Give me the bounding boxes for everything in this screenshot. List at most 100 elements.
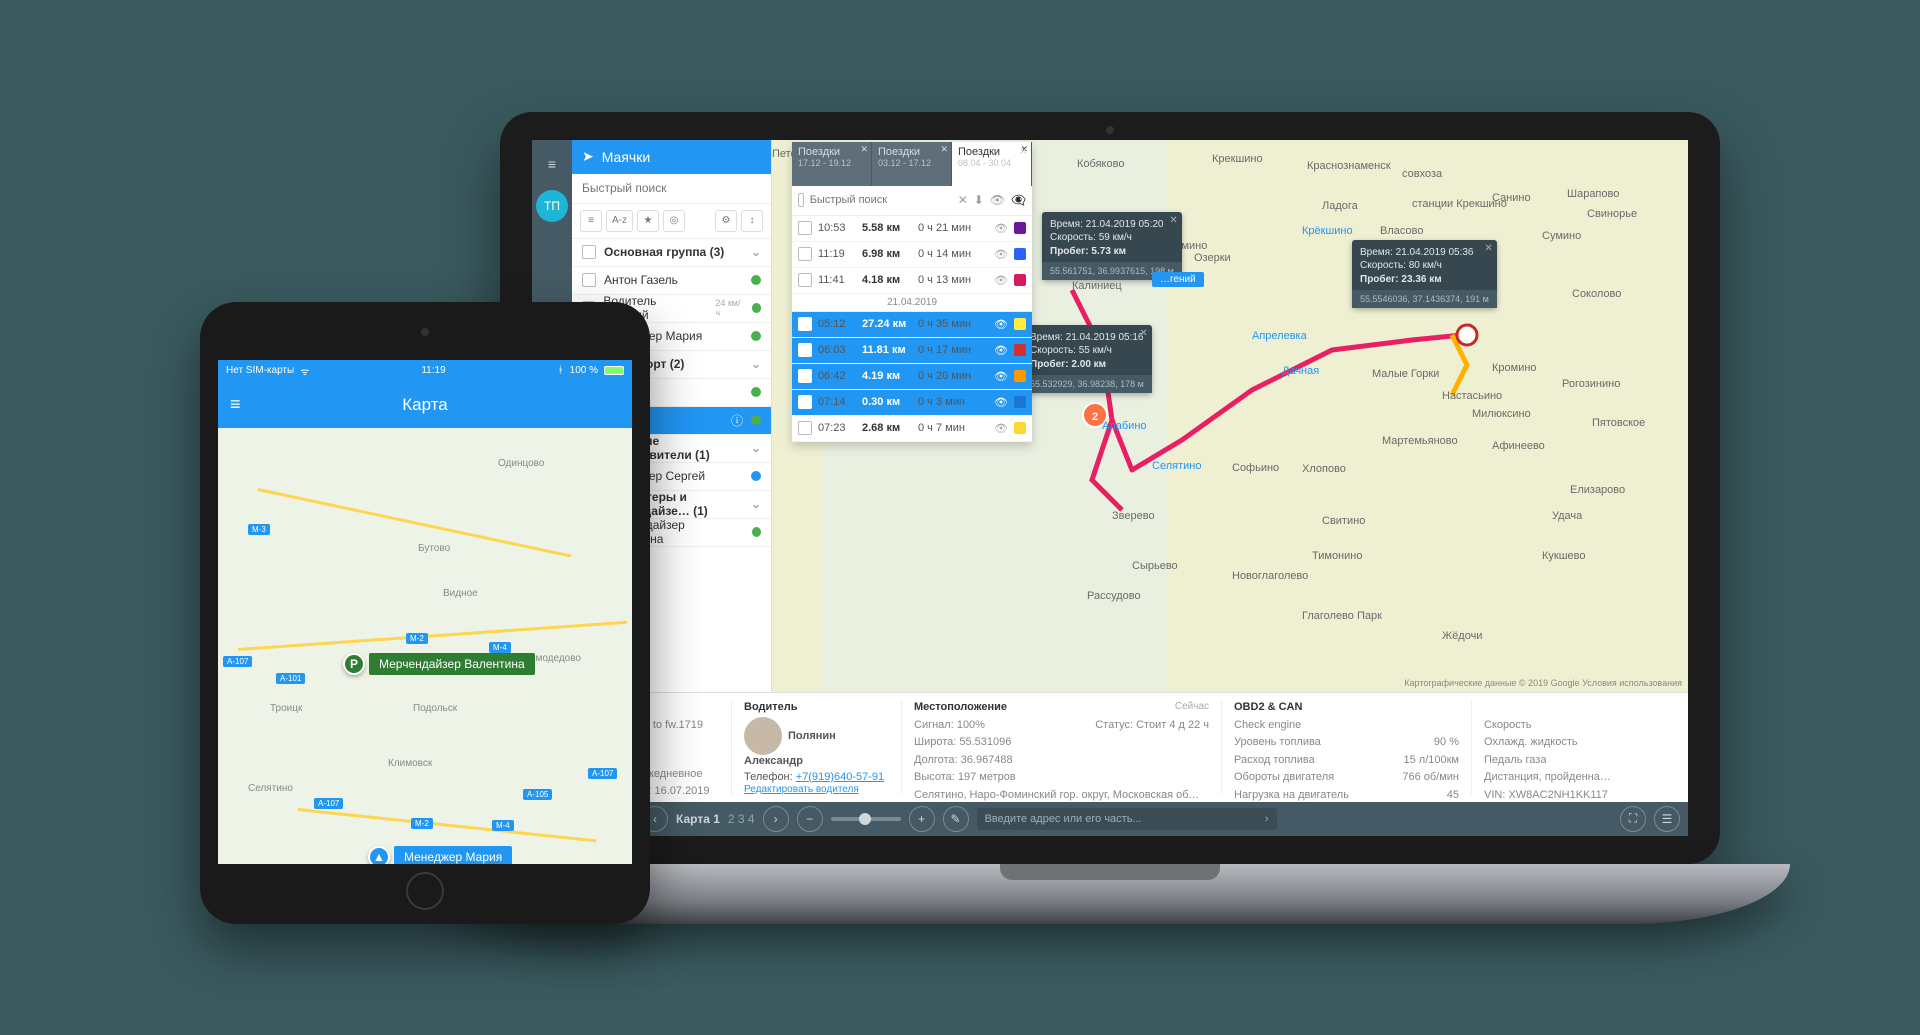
download-icon[interactable]: ⬇: [974, 193, 984, 207]
chevron-down-icon[interactable]: ⌄: [751, 441, 761, 455]
tablet-title: Карта: [402, 395, 448, 415]
chevron-down-icon[interactable]: ⌄: [751, 357, 761, 371]
eye-icon[interactable]: 👁: [994, 248, 1008, 261]
tab-close-icon[interactable]: ✕: [860, 144, 868, 154]
trip-checkbox[interactable]: [798, 273, 812, 287]
trip-row[interactable]: ✓07:140.30 км0 ч 3 мин👁: [792, 390, 1032, 416]
trips-tab[interactable]: Поездки✕03.12 - 17.12: [872, 142, 952, 186]
map-marker[interactable]: PМерчендайзер Валентина: [343, 653, 535, 675]
map-place-label: Глаголево Парк: [1302, 610, 1382, 622]
marker-pin: ▲: [368, 846, 390, 864]
clear-icon[interactable]: ✕: [958, 193, 968, 207]
tool-az[interactable]: A-z: [606, 210, 633, 232]
trip-checkbox[interactable]: ✓: [798, 317, 812, 331]
close-icon[interactable]: ✕: [1139, 327, 1147, 341]
trips-close-icon[interactable]: ✕: [1019, 145, 1028, 158]
trips-tab[interactable]: Поездки✕17.12 - 19.12: [792, 142, 872, 186]
next-page[interactable]: ›: [763, 806, 789, 832]
trips-popup: Поездки✕17.12 - 19.12Поездки✕03.12 - 17.…: [792, 142, 1032, 442]
tracker-item[interactable]: Антон Газель: [572, 267, 771, 295]
eye-icon[interactable]: 👁: [994, 274, 1008, 287]
fullscreen-icon[interactable]: ⛶: [1620, 806, 1646, 832]
edit-driver-link[interactable]: Редактировать водителя: [744, 784, 859, 795]
close-icon[interactable]: ✕: [1484, 242, 1492, 256]
edit-icon[interactable]: ✎: [943, 806, 969, 832]
color-swatch: [1014, 396, 1026, 408]
eye-icon[interactable]: 👁: [994, 422, 1008, 435]
eye-icon[interactable]: 👁: [994, 396, 1008, 409]
trip-checkbox[interactable]: [798, 421, 812, 435]
map-place-label: Кромино: [1492, 362, 1537, 374]
zoom-in-icon[interactable]: +: [909, 806, 935, 832]
trip-row[interactable]: 10:535.58 км0 ч 21 мин👁: [792, 216, 1032, 242]
map-place-label: Афинеево: [1492, 440, 1545, 452]
status-dot: [752, 527, 761, 537]
trip-row[interactable]: ✓06:424.19 км0 ч 20 мин👁: [792, 364, 1032, 390]
eye-icon[interactable]: 👁: [994, 318, 1008, 331]
map-selector[interactable]: Карта 1: [676, 812, 720, 826]
tool-list[interactable]: ≡: [580, 210, 602, 232]
trip-checkbox[interactable]: ✓: [798, 395, 812, 409]
eye-icon[interactable]: 👁: [994, 344, 1008, 357]
page-numbers[interactable]: 2 3 4: [728, 812, 755, 826]
menu-icon[interactable]: ≡: [538, 150, 566, 178]
map-place-label: Зверево: [1112, 510, 1155, 522]
map-place-label: Соколово: [1572, 288, 1621, 300]
tool-sort[interactable]: ↕: [741, 210, 763, 232]
status-dot: [751, 387, 761, 397]
home-button[interactable]: [406, 872, 444, 910]
user-avatar[interactable]: ТП: [536, 190, 568, 222]
layers-icon[interactable]: ☰: [1654, 806, 1680, 832]
road-chip: А-107: [314, 798, 343, 809]
marker-label: Менеджер Мария: [394, 846, 512, 864]
trip-row[interactable]: ✓06:0311.81 км0 ч 17 мин👁: [792, 338, 1032, 364]
tab-close-icon[interactable]: ✕: [940, 144, 948, 154]
trip-row[interactable]: ✓05:1227.24 км0 ч 35 мин👁: [792, 312, 1032, 338]
eye-off-icon[interactable]: 👁‍🗨: [1011, 193, 1026, 207]
obd-col-2: . СкоростьОхлажд. жидкостьПедаль газаДис…: [1472, 701, 1688, 794]
group-header[interactable]: Основная группа (3)⌄: [572, 239, 771, 267]
location-title: Местоположение: [914, 701, 1209, 713]
map-place-label: Шарапово: [1567, 188, 1619, 200]
trip-checkbox[interactable]: [798, 221, 812, 235]
group-checkbox[interactable]: [582, 245, 596, 259]
map-place-label: Рогозинино: [1562, 378, 1620, 390]
info-icon[interactable]: ⓘ: [731, 412, 743, 429]
address-search[interactable]: Введите адрес или его часть...›: [977, 808, 1277, 830]
search-input[interactable]: [572, 181, 771, 195]
eye-icon[interactable]: 👁: [994, 222, 1008, 235]
select-all-checkbox[interactable]: [798, 193, 804, 207]
road-chip: М-2: [406, 633, 428, 644]
driver-phone-link[interactable]: +7(919)640-57-91: [796, 771, 884, 783]
trip-row[interactable]: 11:196.98 км0 ч 14 мин👁: [792, 242, 1032, 268]
tracker-checkbox[interactable]: [582, 273, 596, 287]
trip-checkbox[interactable]: ✓: [798, 369, 812, 383]
map-place-label: Апрелевка: [1252, 330, 1307, 342]
trip-row[interactable]: 11:414.18 км0 ч 13 мин👁: [792, 268, 1032, 294]
trip-checkbox[interactable]: [798, 247, 812, 261]
map-place-label: Жёдочи: [1442, 630, 1482, 642]
map-place-label: Селятино: [248, 783, 293, 794]
zoom-out-icon[interactable]: −: [797, 806, 823, 832]
tool-sliders[interactable]: ⚙: [715, 210, 737, 232]
close-icon[interactable]: ✕: [1169, 214, 1177, 228]
trip-checkbox[interactable]: ✓: [798, 343, 812, 357]
eye-icon[interactable]: 👁: [990, 193, 1005, 207]
tool-target[interactable]: ◎: [663, 210, 685, 232]
obd-title: OBD2 & CAN: [1234, 701, 1459, 713]
menu-icon[interactable]: ≡: [230, 394, 241, 415]
map-place-label: Милюксино: [1472, 408, 1531, 420]
chevron-down-icon[interactable]: ⌄: [751, 245, 761, 259]
map-place-label: Ладога: [1322, 200, 1358, 212]
tablet-map[interactable]: ОдинцовоВидноеДомодедовоПодольскКлимовск…: [218, 428, 632, 864]
eye-icon[interactable]: 👁: [994, 370, 1008, 383]
map-marker[interactable]: ▲Менеджер Мария: [368, 846, 512, 864]
map-place-label: Настасьино: [1442, 390, 1502, 402]
trips-search-input[interactable]: [810, 194, 952, 206]
trip-row[interactable]: 07:232.68 км0 ч 7 мин👁: [792, 416, 1032, 442]
status-dot: [752, 303, 761, 313]
zoom-slider[interactable]: [831, 817, 901, 821]
tool-star[interactable]: ★: [637, 210, 659, 232]
map-tooltip: ✕Время: 21.04.2019 05:36Скорость: 80 км/…: [1352, 240, 1497, 309]
chevron-down-icon[interactable]: ⌄: [751, 497, 761, 511]
